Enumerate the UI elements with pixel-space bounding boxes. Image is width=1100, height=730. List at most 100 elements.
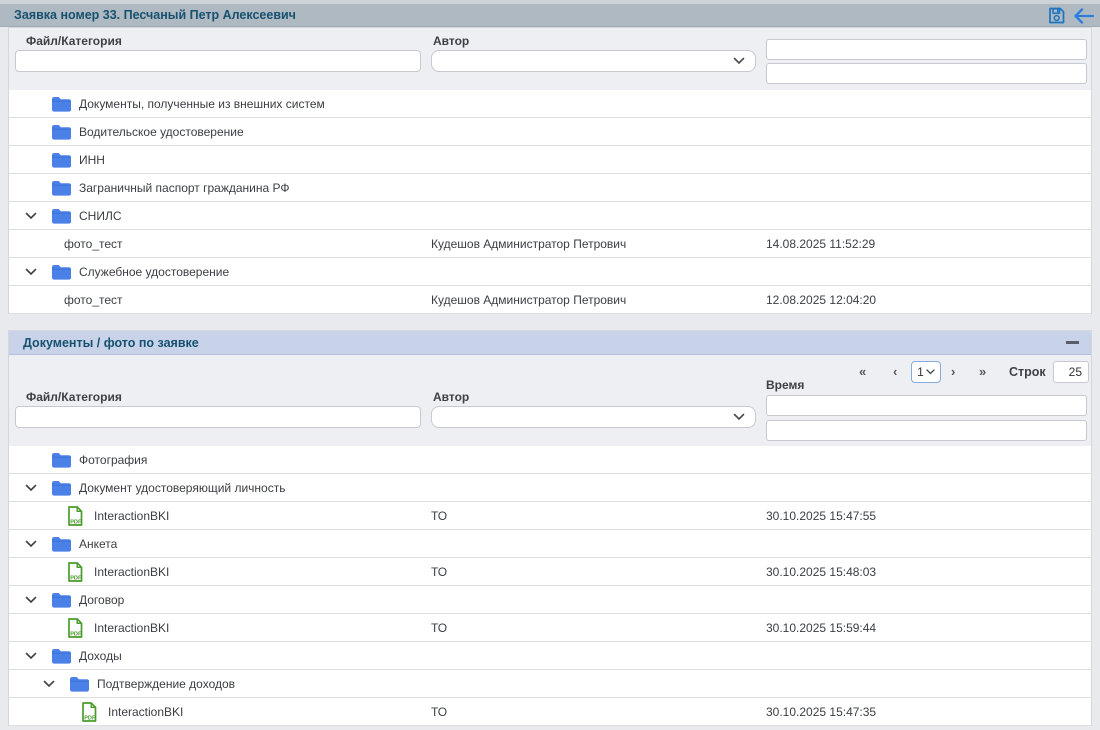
file-label[interactable]: InteractionBKI: [94, 509, 169, 523]
time-to-input[interactable]: [766, 420, 1087, 441]
author-filter-select[interactable]: [431, 406, 756, 428]
folder-icon: [51, 124, 72, 140]
file-label[interactable]: InteractionBKI: [108, 705, 183, 719]
tree-row-file[interactable]: PDFInteractionBKIТО30.10.2025 15:47:55: [9, 502, 1091, 530]
tree-row-folder[interactable]: Служебное удостоверение: [9, 258, 1091, 286]
svg-text:PDF: PDF: [70, 631, 82, 637]
folder-label[interactable]: Заграничный паспорт гражданина РФ: [79, 181, 290, 195]
panel2-filters: « ‹ 1 › » Строк Время Файл/Категория Авт…: [9, 354, 1091, 446]
svg-text:PDF: PDF: [70, 519, 82, 525]
panel1-tree: Документы, полученные из внешних систем В…: [9, 90, 1091, 314]
tree-row-file[interactable]: PDFInteractionBKIТО30.10.2025 15:47:35: [9, 698, 1091, 726]
folder-label[interactable]: Договор: [79, 593, 124, 607]
tree-row-folder[interactable]: ИНН: [9, 146, 1091, 174]
folder-label[interactable]: Документ удостоверяющий личность: [79, 481, 285, 495]
author-filter-select[interactable]: [431, 50, 756, 72]
tree-row-folder[interactable]: Заграничный паспорт гражданина РФ: [9, 174, 1091, 202]
folder-label[interactable]: Документы, полученные из внешних систем: [79, 97, 325, 111]
pdf-file-icon: PDF: [67, 562, 83, 582]
file-label[interactable]: InteractionBKI: [94, 621, 169, 635]
file-label[interactable]: фото_тест: [64, 293, 123, 307]
tree-row-folder[interactable]: Фотография: [9, 446, 1091, 474]
tree-row-file[interactable]: фото_тестКудешов Администратор Петрович1…: [9, 286, 1091, 314]
folder-label[interactable]: Фотография: [79, 453, 147, 467]
time-from-input[interactable]: [766, 39, 1087, 60]
app-root: { "window": { "title": "Заявка номер 33.…: [0, 0, 1100, 730]
folder-label[interactable]: Доходы: [79, 649, 122, 663]
folder-icon: [51, 480, 72, 496]
name-cell: PDF InteractionBKI: [9, 562, 169, 582]
tree-row-folder[interactable]: Доходы: [9, 642, 1091, 670]
folder-icon: [51, 648, 72, 664]
tree-row-folder[interactable]: Документ удостоверяющий личность: [9, 474, 1091, 502]
tree-row-file[interactable]: PDFInteractionBKIТО30.10.2025 15:48:03: [9, 558, 1091, 586]
chevron-down-icon[interactable]: [43, 680, 55, 688]
author-label: Автор: [433, 390, 469, 404]
back-arrow-icon[interactable]: [1074, 8, 1094, 24]
chevron-down-icon[interactable]: [25, 596, 37, 604]
chevron-down-icon[interactable]: [25, 484, 37, 492]
name-cell: Доходы: [9, 648, 122, 664]
name-cell: Водительское удостоверение: [9, 124, 244, 140]
page-title: Заявка номер 33. Песчаный Петр Алексееви…: [14, 8, 296, 22]
save-icon: [1048, 7, 1065, 24]
folder-label[interactable]: СНИЛС: [79, 209, 122, 223]
time-cell: 30.10.2025 15:47:55: [766, 502, 876, 529]
folder-label[interactable]: Служебное удостоверение: [79, 265, 229, 279]
folder-icon: [51, 452, 72, 468]
file-label[interactable]: InteractionBKI: [94, 565, 169, 579]
name-cell: PDF InteractionBKI: [9, 618, 169, 638]
tree-row-file[interactable]: фото_тестКудешов Администратор Петрович1…: [9, 230, 1091, 258]
name-cell: Служебное удостоверение: [9, 264, 229, 280]
back-arrow-icon: [1074, 8, 1094, 24]
chevron-down-icon: [733, 413, 745, 421]
tree-row-folder[interactable]: Документы, полученные из внешних систем: [9, 90, 1091, 118]
svg-text:PDF: PDF: [70, 575, 82, 581]
documents-photo-panel: Документы / фото по заявке « ‹ 1 › » Стр…: [8, 330, 1092, 726]
panel2-title: Документы / фото по заявке: [23, 336, 199, 350]
file-label[interactable]: фото_тест: [64, 237, 123, 251]
name-cell: СНИЛС: [9, 208, 122, 224]
folder-label[interactable]: Подтверждение доходов: [97, 677, 235, 691]
time-to-input[interactable]: [766, 63, 1087, 84]
tree-row-folder[interactable]: Анкета: [9, 530, 1091, 558]
save-icon[interactable]: [1048, 7, 1065, 24]
panel2-header[interactable]: Документы / фото по заявке: [9, 331, 1091, 355]
file-category-label: Файл/Категория: [26, 390, 122, 404]
file-category-filter-input[interactable]: [15, 50, 421, 72]
time-cell: 30.10.2025 15:47:35: [766, 698, 876, 725]
name-cell: Договор: [9, 592, 124, 608]
last-page-button[interactable]: »: [979, 364, 985, 379]
window-titlebar: Заявка номер 33. Песчаный Петр Алексееви…: [0, 4, 1100, 27]
page-select[interactable]: 1: [911, 361, 941, 383]
prev-page-button[interactable]: ‹: [893, 364, 896, 379]
first-page-button[interactable]: «: [859, 364, 865, 379]
time-cell: 30.10.2025 15:48:03: [766, 558, 876, 585]
folder-icon: [51, 208, 72, 224]
name-cell: фото_тест: [9, 293, 123, 307]
folder-label[interactable]: Водительское удостоверение: [79, 125, 244, 139]
tree-row-folder[interactable]: СНИЛС: [9, 202, 1091, 230]
chevron-down-icon[interactable]: [25, 268, 37, 276]
next-page-button[interactable]: ›: [951, 364, 954, 379]
author-cell: ТО: [431, 614, 447, 641]
chevron-down-icon[interactable]: [25, 652, 37, 660]
chevron-down-icon[interactable]: [25, 212, 37, 220]
rows-per-page-label: Строк: [1009, 365, 1046, 379]
rows-per-page-input[interactable]: [1053, 361, 1089, 383]
name-cell: ИНН: [9, 152, 105, 168]
folder-label[interactable]: Анкета: [79, 537, 117, 551]
time-from-input[interactable]: [766, 395, 1087, 416]
tree-row-folder[interactable]: Водительское удостоверение: [9, 118, 1091, 146]
file-category-filter-input[interactable]: [15, 406, 421, 428]
tree-row-folder[interactable]: Договор: [9, 586, 1091, 614]
folder-icon: [51, 152, 72, 168]
file-category-label: Файл/Категория: [26, 34, 122, 48]
tree-row-folder[interactable]: Подтверждение доходов: [9, 670, 1091, 698]
folder-icon: [51, 96, 72, 112]
minimize-icon[interactable]: [1066, 341, 1079, 344]
chevron-down-icon[interactable]: [25, 540, 37, 548]
chevron-down-icon: [926, 369, 935, 375]
tree-row-file[interactable]: PDFInteractionBKIТО30.10.2025 15:59:44: [9, 614, 1091, 642]
folder-label[interactable]: ИНН: [79, 153, 105, 167]
